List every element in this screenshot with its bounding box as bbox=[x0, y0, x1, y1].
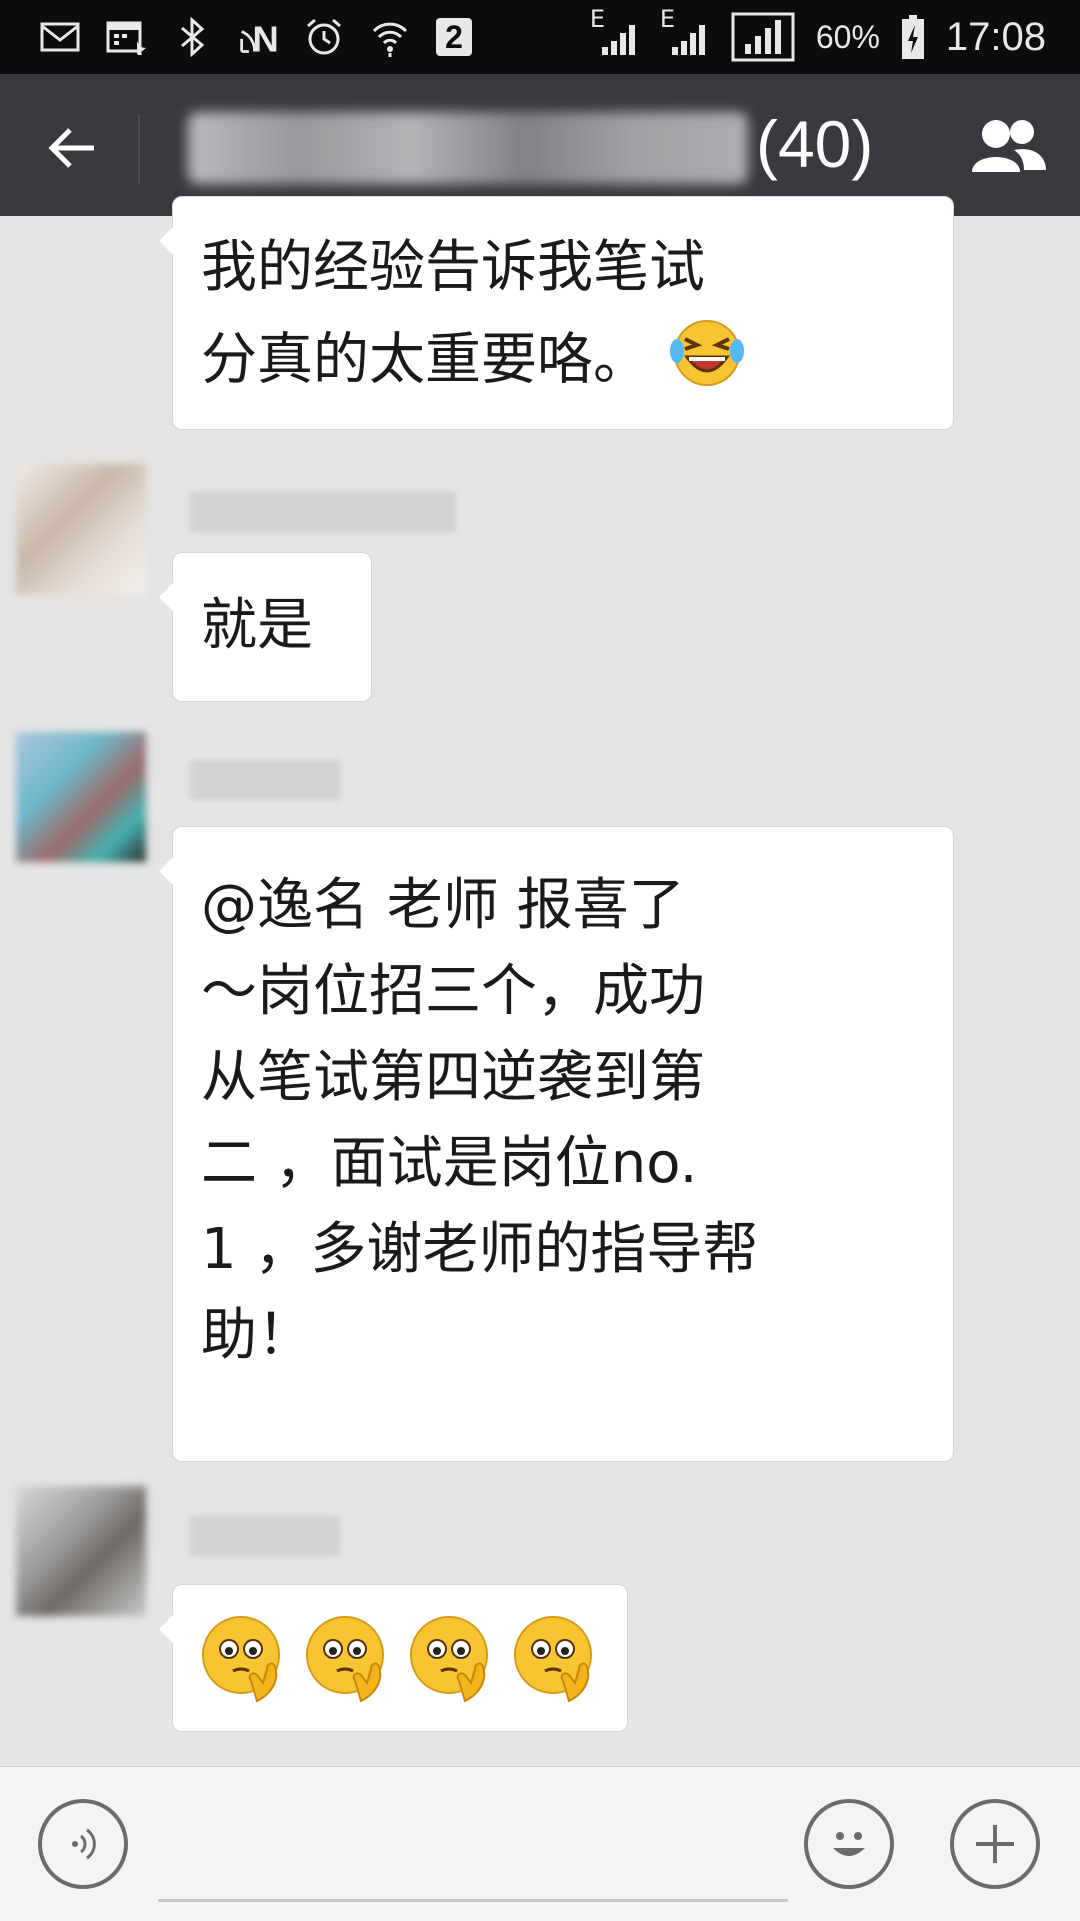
member-count: (40) bbox=[756, 107, 874, 181]
mail-icon bbox=[40, 17, 80, 57]
signal-e-icon: E bbox=[590, 5, 640, 57]
blurred-sender-name bbox=[190, 1516, 340, 1556]
message-text-line: 二 ，面试是岗位no. bbox=[201, 1131, 698, 1196]
back-button[interactable] bbox=[44, 118, 104, 178]
message-text-line: 1 ，多谢老师的指导帮 bbox=[201, 1217, 759, 1282]
laughing-tears-emoji bbox=[667, 311, 747, 416]
message-bubble[interactable]: 就是 bbox=[159, 552, 372, 702]
message-list[interactable]: 我的经验告诉我笔试 分真的太重要咯。 就是 @逸名 老师 报喜了 ～岗位招三个，… bbox=[0, 196, 1080, 1766]
alarm-icon bbox=[304, 17, 344, 57]
plus-icon bbox=[976, 1825, 1014, 1863]
signal-box-icon bbox=[730, 12, 796, 62]
blurred-group-name bbox=[188, 112, 748, 184]
thinking-face-emoji bbox=[299, 1609, 399, 1734]
message-bubble[interactable]: 我的经验告诉我笔试 分真的太重要咯。 bbox=[159, 196, 954, 430]
people-icon bbox=[972, 120, 1046, 172]
battery-percent: 60% bbox=[815, 18, 880, 55]
emoji-button[interactable] bbox=[804, 1799, 894, 1889]
battery-icon bbox=[900, 15, 926, 59]
message-text-line: 助！ bbox=[201, 1303, 313, 1368]
sender-avatar[interactable] bbox=[16, 1486, 146, 1616]
clock: 17:08 bbox=[945, 14, 1046, 59]
smiley-icon bbox=[833, 1832, 865, 1856]
message-bubble[interactable]: @逸名 老师 报喜了 ～岗位招三个，成功 从笔试第四逆袭到第 二 ，面试是岗位n… bbox=[159, 826, 954, 1462]
title-divider bbox=[138, 114, 140, 184]
blurred-sender-name bbox=[190, 760, 340, 800]
chat-title-bar: (40) bbox=[0, 74, 1080, 216]
message-text-line: @逸名 老师 报喜了 bbox=[201, 873, 685, 938]
thinking-face-emoji bbox=[507, 1609, 607, 1734]
notification-2-icon: 2 bbox=[436, 18, 472, 56]
voice-input-button[interactable] bbox=[38, 1799, 128, 1889]
message-bubble[interactable] bbox=[159, 1584, 628, 1734]
message-text-line: 我的经验告诉我笔试 bbox=[201, 235, 705, 300]
thinking-face-emoji bbox=[195, 1609, 295, 1734]
back-arrow-icon bbox=[48, 128, 94, 168]
sender-avatar[interactable] bbox=[16, 732, 146, 862]
signal-e-icon: E bbox=[660, 5, 710, 57]
nfc-icon: N bbox=[238, 17, 278, 57]
message-input[interactable] bbox=[158, 1899, 788, 1902]
message-text-line: ～岗位招三个，成功 bbox=[201, 959, 705, 1024]
status-bar: N 2 E E 60% 17:08 bbox=[0, 0, 1080, 74]
svg-text:N: N bbox=[253, 19, 278, 57]
message-text-line: 从笔试第四逆袭到第 bbox=[201, 1045, 705, 1110]
message-text-line: 就是 bbox=[201, 593, 313, 658]
sender-avatar[interactable] bbox=[16, 464, 146, 594]
chat-input-bar bbox=[0, 1766, 1080, 1921]
calendar-icon bbox=[106, 17, 146, 57]
thinking-face-emoji bbox=[403, 1609, 503, 1734]
bluetooth-icon bbox=[172, 17, 212, 57]
wifi-icon bbox=[370, 17, 410, 57]
blurred-sender-name bbox=[190, 492, 456, 532]
more-options-button[interactable] bbox=[950, 1799, 1040, 1889]
message-text-line: 分真的太重要咯。 bbox=[201, 311, 953, 416]
group-info-button[interactable] bbox=[968, 114, 1048, 180]
emoji-row bbox=[195, 1609, 627, 1734]
voice-icon bbox=[72, 1828, 96, 1860]
